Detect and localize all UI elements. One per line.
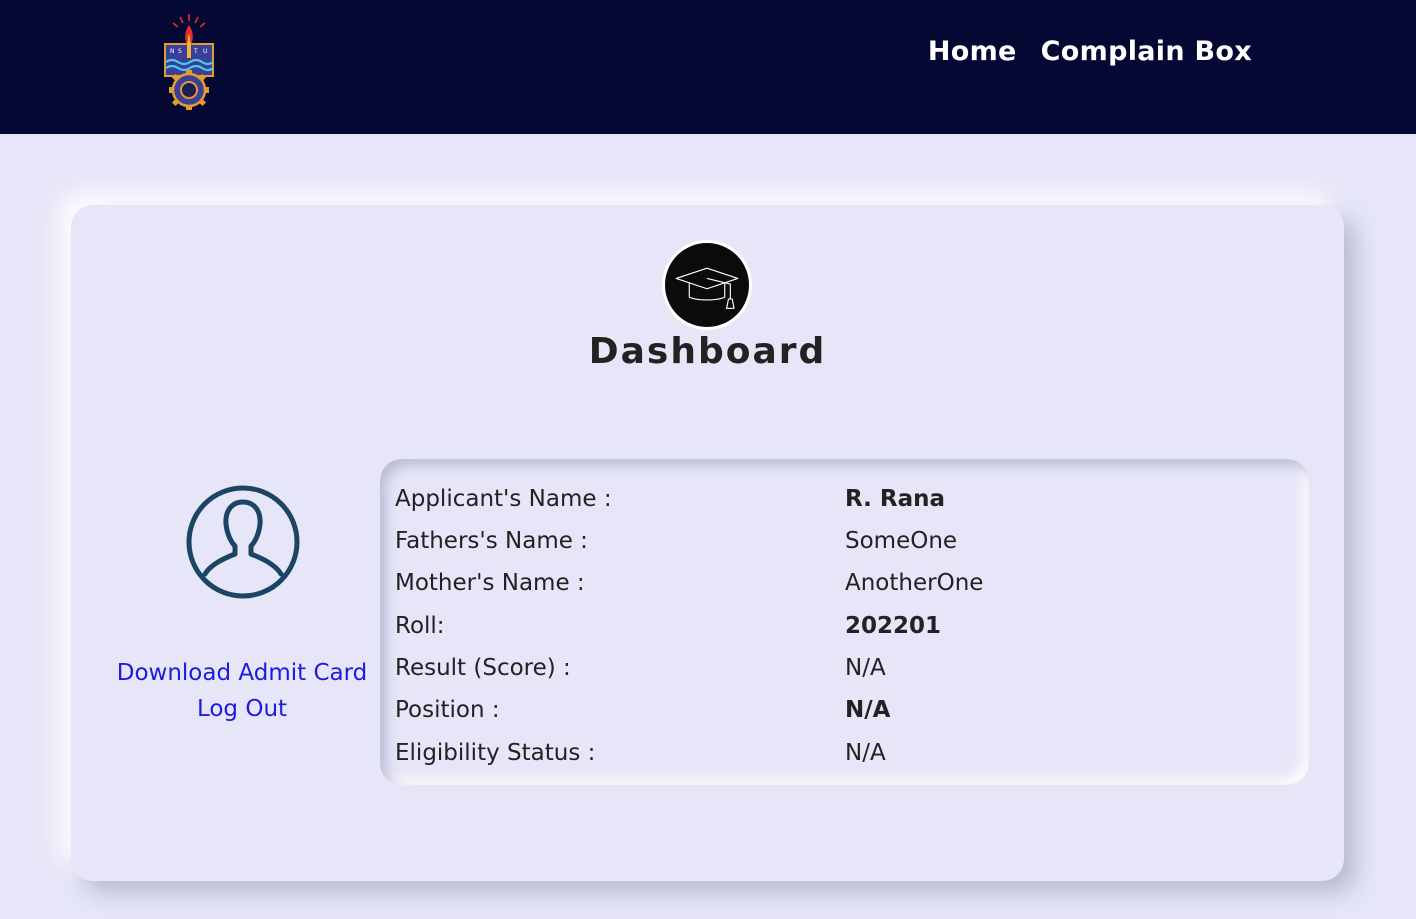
- graduation-cap-icon: [662, 240, 752, 330]
- user-avatar-icon: [186, 485, 300, 599]
- info-label: Eligibility Status :: [395, 740, 596, 766]
- dashboard-card: Dashboard Download Admit Card Log Out Ap…: [71, 205, 1344, 881]
- info-row: Result (Score) : N/A: [395, 650, 1295, 686]
- info-value: AnotherOne: [845, 570, 984, 596]
- svg-text:U: U: [203, 48, 207, 55]
- top-navbar: N S T U Home Complain Box: [0, 0, 1416, 134]
- log-out-link[interactable]: Log Out: [111, 691, 373, 727]
- info-value: SomeOne: [845, 528, 958, 554]
- svg-text:N: N: [170, 48, 175, 55]
- info-value: N/A: [845, 740, 886, 766]
- info-label: Applicant's Name :: [395, 486, 612, 512]
- info-row: Roll: 202201: [395, 608, 1295, 644]
- account-actions: Download Admit Card Log Out: [111, 655, 373, 727]
- info-label: Fathers's Name :: [395, 528, 588, 554]
- nav-complain-box-link[interactable]: Complain Box: [1041, 36, 1252, 67]
- nav-home-link[interactable]: Home: [928, 36, 1017, 67]
- info-row: Mother's Name : AnotherOne: [395, 565, 1295, 601]
- info-label: Position :: [395, 697, 500, 723]
- applicant-info-panel: Applicant's Name : R. Rana Fathers's Nam…: [380, 459, 1309, 785]
- info-label: Result (Score) :: [395, 655, 571, 681]
- info-label: Roll:: [395, 613, 445, 639]
- university-logo[interactable]: N S T U: [158, 12, 220, 116]
- info-row: Fathers's Name : SomeOne: [395, 523, 1295, 559]
- info-value: N/A: [845, 655, 886, 681]
- info-row: Eligibility Status : N/A: [395, 735, 1295, 771]
- svg-text:S: S: [178, 48, 182, 55]
- info-value: 202201: [845, 613, 942, 639]
- info-label: Mother's Name :: [395, 570, 585, 596]
- svg-text:T: T: [193, 48, 198, 55]
- info-value: R. Rana: [845, 486, 946, 512]
- info-row: Applicant's Name : R. Rana: [395, 481, 1295, 517]
- main-nav: Home Complain Box: [928, 36, 1252, 67]
- info-row: Position : N/A: [395, 692, 1295, 728]
- page-title: Dashboard: [588, 331, 827, 372]
- download-admit-card-link[interactable]: Download Admit Card: [111, 655, 373, 691]
- info-value: N/A: [845, 697, 891, 723]
